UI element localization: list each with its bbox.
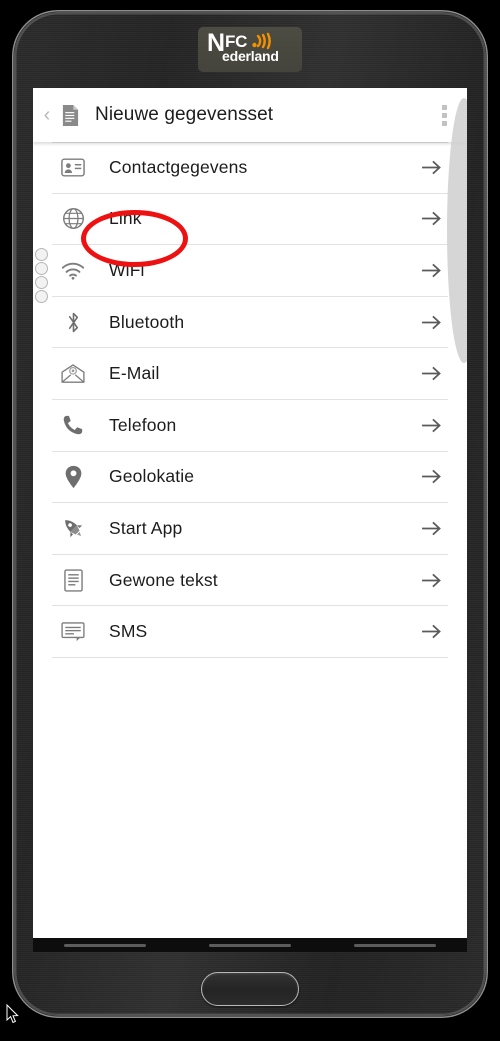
overflow-dot bbox=[441, 120, 447, 126]
list-item-label: Geolokatie bbox=[109, 466, 195, 487]
phone-screen: ‹ Nieuwe gegevensset Contactgegevens Lin… bbox=[33, 88, 467, 938]
page-title: Nieuwe gegevensset bbox=[95, 104, 274, 125]
nav-key-home[interactable] bbox=[208, 943, 291, 947]
list-item-geolokatie[interactable]: Geolokatie bbox=[52, 452, 448, 504]
list-item-label: Bluetooth bbox=[109, 311, 185, 332]
text-document-icon bbox=[52, 565, 94, 595]
scroll-dot bbox=[35, 290, 48, 303]
list-item-sms[interactable]: SMS bbox=[52, 606, 448, 658]
home-button[interactable] bbox=[201, 972, 299, 1006]
bluetooth-icon bbox=[52, 307, 94, 337]
list-item-label: SMS bbox=[109, 621, 148, 642]
document-icon bbox=[57, 102, 83, 128]
back-chevron-icon[interactable]: ‹ bbox=[39, 105, 55, 125]
rocket-icon bbox=[52, 513, 94, 543]
screenshot-root: N FC ederland ‹ Nieuwe gegevensset Conta… bbox=[0, 0, 500, 1041]
chevron-right-icon bbox=[414, 314, 448, 331]
list-item-telefoon[interactable]: Telefoon bbox=[52, 400, 448, 452]
chevron-right-icon bbox=[414, 417, 448, 434]
chevron-right-icon bbox=[414, 623, 448, 640]
list-item-label: Telefoon bbox=[109, 414, 177, 435]
list-item-label: E-Mail bbox=[109, 363, 160, 384]
list-item-wifi[interactable]: WiFi bbox=[52, 245, 448, 297]
list-item-label: Gewone tekst bbox=[109, 569, 218, 590]
nfc-nederland-logo: N FC ederland bbox=[198, 26, 302, 72]
app-header: ‹ Nieuwe gegevensset bbox=[33, 88, 467, 142]
list-item-start-app[interactable]: Start App bbox=[52, 503, 448, 555]
chevron-right-icon bbox=[414, 159, 448, 176]
overflow-dot bbox=[441, 112, 447, 118]
phone-device: N FC ederland ‹ Nieuwe gegevensset Conta… bbox=[12, 10, 488, 1018]
list-item-contactgegevens[interactable]: Contactgegevens bbox=[52, 142, 448, 194]
scroll-dot bbox=[35, 262, 48, 275]
chevron-right-icon bbox=[414, 210, 448, 227]
overflow-dot bbox=[441, 104, 447, 110]
mouse-cursor bbox=[6, 1004, 19, 1024]
list-item-label: Link bbox=[109, 208, 142, 229]
speech-bubble-icon bbox=[52, 617, 94, 647]
list-item-label: Contactgegevens bbox=[109, 157, 248, 178]
envelope-icon bbox=[52, 359, 94, 389]
chevron-right-icon bbox=[414, 365, 448, 382]
phone-icon bbox=[52, 410, 94, 440]
list-item-email[interactable]: E-Mail bbox=[52, 348, 448, 400]
chevron-right-icon bbox=[414, 262, 448, 279]
map-pin-icon bbox=[52, 462, 94, 492]
wifi-icon bbox=[52, 255, 94, 285]
list-item-link[interactable]: Link bbox=[52, 194, 448, 246]
nav-key-recents[interactable] bbox=[64, 943, 147, 947]
chevron-right-icon bbox=[414, 468, 448, 485]
scroll-dot bbox=[35, 248, 48, 261]
logo-word-ederland: ederland bbox=[222, 48, 279, 64]
contact-card-icon bbox=[52, 153, 94, 183]
chevron-right-icon bbox=[414, 572, 448, 589]
device-top-bezel: N FC ederland bbox=[12, 10, 488, 88]
chevron-right-icon bbox=[414, 520, 448, 537]
list-item-bluetooth[interactable]: Bluetooth bbox=[52, 297, 448, 349]
nav-key-back[interactable] bbox=[353, 943, 436, 947]
list-item-label: WiFi bbox=[109, 259, 145, 280]
android-navigation-bar[interactable] bbox=[33, 938, 467, 952]
record-type-list: Contactgegevens Link WiFi Bluetooth E-Ma… bbox=[33, 142, 467, 658]
scroll-position-dots bbox=[35, 248, 55, 303]
globe-icon bbox=[52, 204, 94, 234]
scroll-dot bbox=[35, 276, 48, 289]
list-item-gewone-tekst[interactable]: Gewone tekst bbox=[52, 555, 448, 607]
overflow-menu-icon[interactable] bbox=[427, 95, 461, 135]
list-item-label: Start App bbox=[109, 517, 183, 538]
